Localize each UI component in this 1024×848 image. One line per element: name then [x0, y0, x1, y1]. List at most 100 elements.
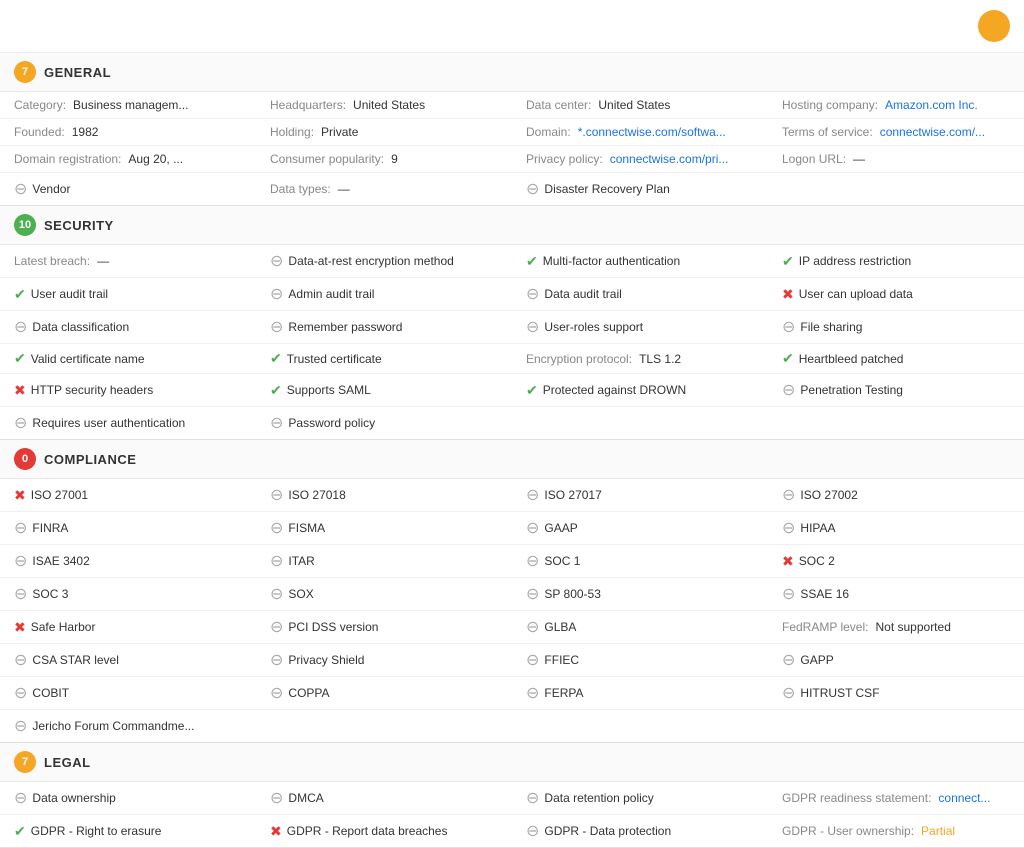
cell-link[interactable]: connect... — [938, 791, 990, 805]
neutral-icon: ⊖ — [270, 584, 283, 604]
cell-value: COBIT — [32, 686, 69, 700]
cell-label: Founded: — [14, 125, 65, 139]
cell-value: GDPR - Right to erasure — [31, 824, 162, 838]
cell-value: SOC 1 — [544, 554, 580, 568]
neutral-icon: ⊖ — [14, 413, 27, 433]
cell: ✖HTTP security headers — [0, 374, 256, 406]
cell: ⊖PCI DSS version — [256, 611, 512, 643]
cell: ⊖Data ownership — [0, 782, 256, 814]
grid-row: ⊖ISAE 3402⊖ITAR⊖SOC 1✖SOC 2 — [0, 545, 1024, 578]
cell: ⊖Privacy Shield — [256, 644, 512, 676]
cell-value: — — [97, 254, 109, 268]
check-icon: ✔ — [526, 382, 538, 399]
cell-label: Logon URL: — [782, 152, 846, 166]
neutral-icon: ⊖ — [270, 317, 283, 337]
check-icon: ✔ — [782, 253, 794, 270]
grid-row: ✔GDPR - Right to erasure✖GDPR - Report d… — [0, 815, 1024, 847]
cross-icon: ✖ — [782, 553, 794, 570]
cell: Encryption protocol:TLS 1.2 — [512, 344, 768, 373]
cell: ✔ Protected against DROWN — [512, 374, 768, 406]
cell-label: Data types: — [270, 182, 331, 196]
cell: ⊖ISO 27002 — [768, 479, 1024, 511]
cell-value: Penetration Testing — [800, 383, 903, 397]
cell-value: HITRUST CSF — [800, 686, 879, 700]
cell-label: FedRAMP level: — [782, 620, 868, 634]
check-icon: ✔ — [526, 253, 538, 270]
cell: GDPR readiness statement:connect... — [768, 782, 1024, 814]
cross-icon: ✖ — [14, 487, 26, 504]
cell: ⊖GAAP — [512, 512, 768, 544]
cell: ⊖ISAE 3402 — [0, 545, 256, 577]
cell-label: Domain registration: — [14, 152, 121, 166]
cell-link[interactable]: Amazon.com Inc. — [885, 98, 978, 112]
cell-label: Consumer popularity: — [270, 152, 384, 166]
neutral-icon: ⊖ — [14, 683, 27, 703]
cell-value: Heartbleed patched — [799, 352, 904, 366]
neutral-icon: ⊖ — [14, 716, 27, 736]
cell-value: PCI DSS version — [288, 620, 378, 634]
cell: Hosting company:Amazon.com Inc. — [768, 92, 1024, 118]
cross-icon: ✖ — [782, 286, 794, 303]
section-compliance: 0COMPLIANCE✖ISO 27001⊖ISO 27018⊖ISO 2701… — [0, 440, 1024, 743]
cell: ⊖FINRA — [0, 512, 256, 544]
section-score-security: 10 — [14, 214, 36, 236]
cell-link[interactable]: connectwise.com/pri... — [610, 152, 729, 166]
cell-value: CSA STAR level — [32, 653, 118, 667]
cell: ⊖COPPA — [256, 677, 512, 709]
cell: ✔ Multi-factor authentication — [512, 245, 768, 277]
cell-value: United States — [598, 98, 670, 112]
cell — [512, 407, 768, 439]
check-icon: ✔ — [14, 350, 26, 367]
cell-value: Jericho Forum Commandme... — [32, 719, 194, 733]
grid-row: ✔Valid certificate name✔Trusted certific… — [0, 344, 1024, 374]
grid-row: ✔User audit trail⊖Admin audit trail⊖Data… — [0, 278, 1024, 311]
section-header-general: 7GENERAL — [0, 53, 1024, 92]
cell-label: Encryption protocol: — [526, 352, 632, 366]
cell: ⊖FERPA — [512, 677, 768, 709]
cell-value: 1982 — [72, 125, 99, 139]
cell-value: Data-at-rest encryption method — [288, 254, 453, 268]
cell-value: 9 — [391, 152, 398, 166]
cell-value: HIPAA — [800, 521, 835, 535]
neutral-icon: ⊖ — [270, 284, 283, 304]
cell-value: SP 800-53 — [544, 587, 601, 601]
cell: Domain registration:Aug 20, ... — [0, 146, 256, 172]
cell-value: Not supported — [875, 620, 950, 634]
cell: Domain:*.connectwise.com/softwa... — [512, 119, 768, 145]
cross-icon: ✖ — [14, 382, 26, 399]
cell-value: Business managem... — [73, 98, 188, 112]
cell-value: Safe Harbor — [31, 620, 96, 634]
cell-value: Data classification — [32, 320, 129, 334]
grid-row: Latest breach:—⊖Data-at-rest encryption … — [0, 245, 1024, 278]
cell-value: FISMA — [288, 521, 325, 535]
neutral-icon: ⊖ — [270, 788, 283, 808]
cell: ⊖File sharing — [768, 311, 1024, 343]
cell-value: GAAP — [544, 521, 577, 535]
cell: ✔Heartbleed patched — [768, 344, 1024, 373]
neutral-icon: ⊖ — [270, 518, 283, 538]
cell: Consumer popularity: 9 — [256, 146, 512, 172]
cell: ⊖ Penetration Testing — [768, 374, 1024, 406]
cell-value: Valid certificate name — [31, 352, 145, 366]
section-general: 7GENERALCategory:Business managem...Head… — [0, 53, 1024, 206]
cell-value: ISAE 3402 — [32, 554, 89, 568]
cell: Logon URL:— — [768, 146, 1024, 172]
cell: ✖Safe Harbor — [0, 611, 256, 643]
neutral-icon: ⊖ — [14, 650, 27, 670]
cell-link[interactable]: connectwise.com/... — [880, 125, 985, 139]
neutral-icon: ⊖ — [526, 317, 539, 337]
section-title-general: GENERAL — [44, 65, 111, 80]
cell: ⊖User-roles support — [512, 311, 768, 343]
neutral-icon: ⊖ — [782, 380, 795, 400]
cell-value: GDPR - Data protection — [544, 824, 671, 838]
cell: ⊖ISO 27017 — [512, 479, 768, 511]
cell-value: Multi-factor authentication — [543, 254, 680, 268]
cell-link[interactable]: *.connectwise.com/softwa... — [578, 125, 726, 139]
grid-row: ⊖Data ownership⊖DMCA⊖Data retention poli… — [0, 782, 1024, 815]
neutral-icon: ⊖ — [14, 584, 27, 604]
neutral-icon: ⊖ — [782, 584, 795, 604]
section-security: 10SECURITYLatest breach:—⊖Data-at-rest e… — [0, 206, 1024, 440]
cell-value: Protected against DROWN — [543, 383, 686, 397]
neutral-icon: ⊖ — [526, 821, 539, 841]
cell: ✖User can upload data — [768, 278, 1024, 310]
